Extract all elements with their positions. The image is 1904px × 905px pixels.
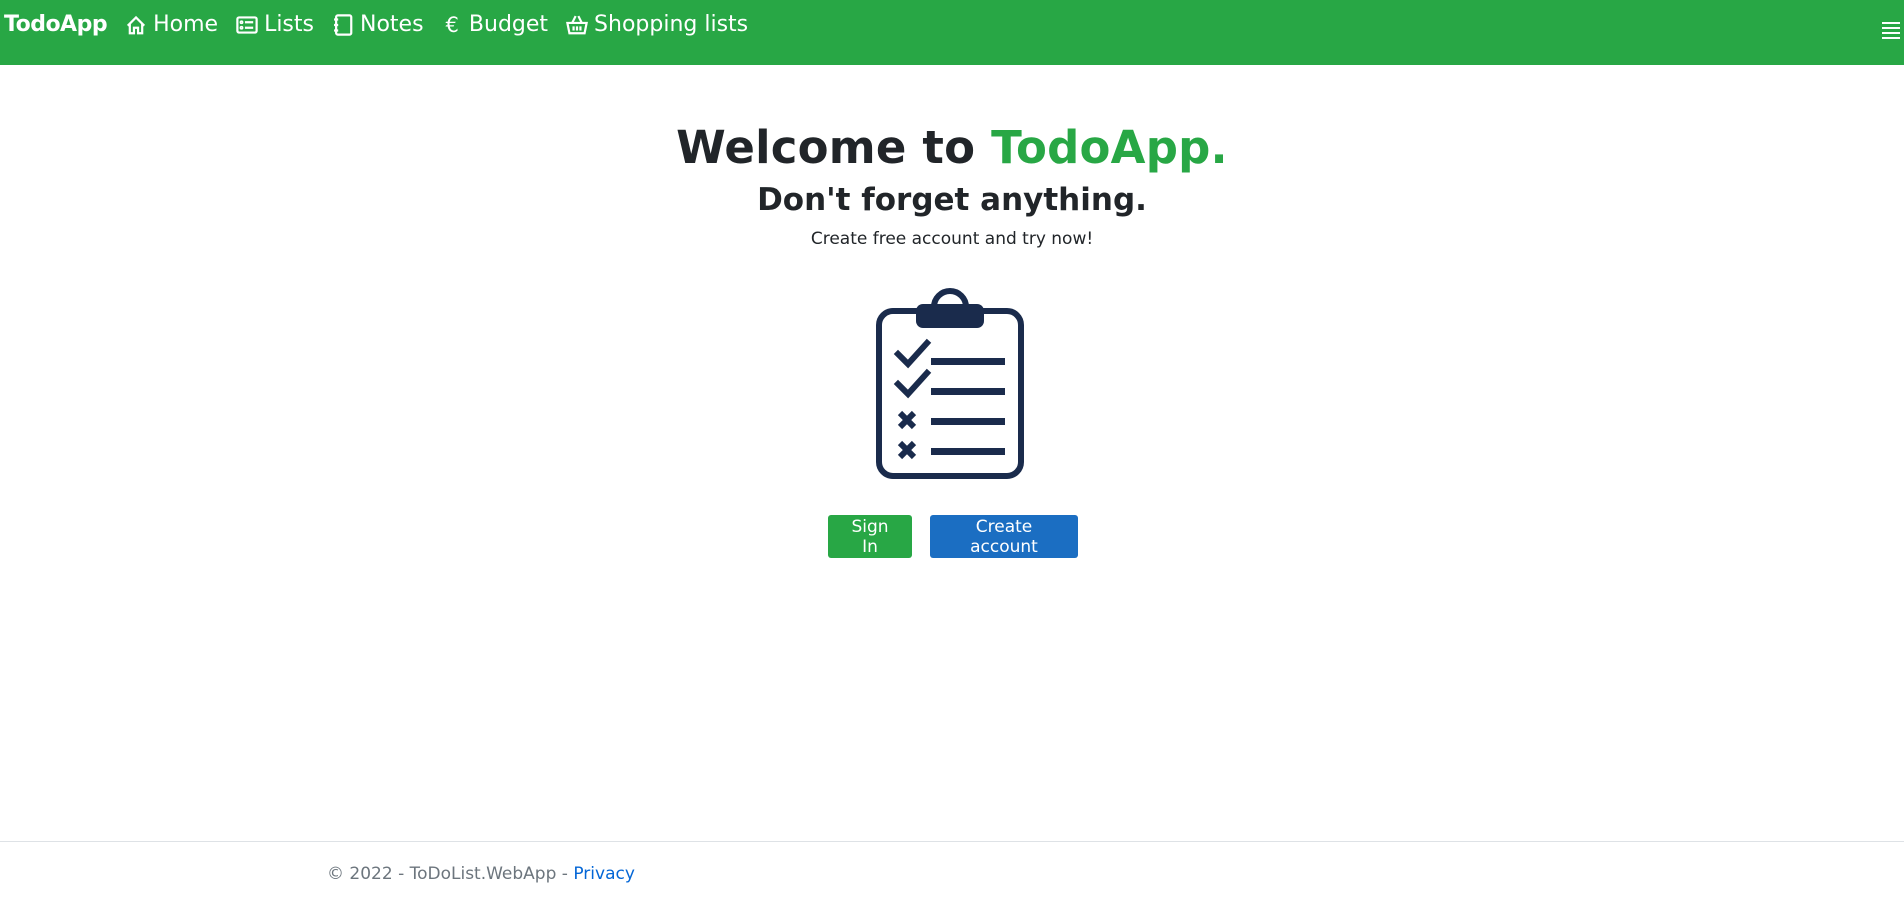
page-title: Welcome to TodoApp. [0, 118, 1904, 178]
nav-shopping-lists[interactable]: Shopping lists [566, 10, 748, 40]
create-account-button[interactable]: Create account [930, 515, 1078, 558]
hero-actions: Sign In Create account [0, 515, 1904, 558]
footer-text: © 2022 - ToDoList.WebApp - Privacy [327, 864, 635, 884]
nav-home[interactable]: Home [125, 10, 218, 40]
footer-copyright: © 2022 - ToDoList.WebApp - [327, 864, 574, 884]
title-accent: TodoApp. [991, 121, 1228, 174]
top-navbar: TodoApp Home Lists Notes € Budget Shoppi… [0, 0, 1904, 65]
nav-shopping-lists-label: Shopping lists [594, 12, 749, 37]
basket-icon [566, 15, 589, 35]
nav-notes[interactable]: Notes [332, 10, 424, 40]
house-icon [127, 15, 146, 35]
sign-in-button[interactable]: Sign In [828, 515, 912, 558]
privacy-link[interactable]: Privacy [573, 864, 635, 884]
card-list-icon [236, 16, 258, 34]
nav-budget[interactable]: € Budget [442, 10, 549, 40]
nav-notes-label: Notes [359, 12, 424, 37]
journal-icon [334, 14, 353, 36]
title-prefix: Welcome to [676, 121, 992, 174]
page-lead: Create free account and try now! [810, 229, 1094, 249]
brand-logo[interactable]: TodoApp [4, 10, 108, 40]
nav-home-label: Home [153, 12, 219, 37]
page-footer: © 2022 - ToDoList.WebApp - Privacy [0, 841, 1904, 905]
hamburger-icon[interactable] [1882, 22, 1902, 40]
clipboard-checklist-icon [876, 288, 1024, 479]
hero-section: Welcome to TodoApp. Don't forget anythin… [0, 118, 1904, 254]
nav-budget-label: Budget [468, 12, 549, 37]
euro-icon: € [445, 13, 459, 37]
nav-lists-label: Lists [264, 12, 314, 37]
nav-lists[interactable]: Lists [236, 10, 314, 40]
page-subtitle: Don't forget anything. [757, 182, 1147, 218]
